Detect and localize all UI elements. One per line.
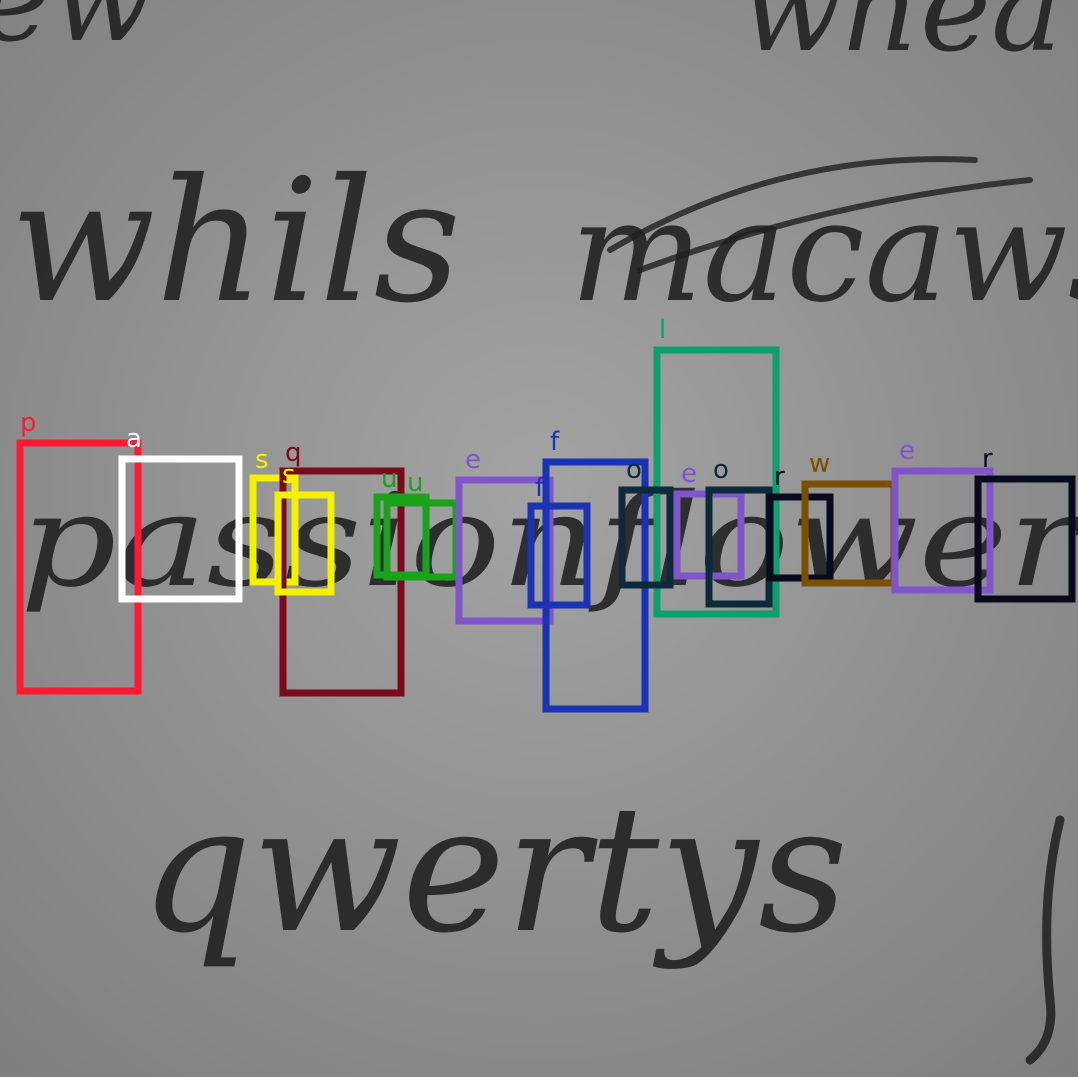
char-label-s: s	[255, 445, 269, 475]
word-qwertys: qwertys	[140, 769, 848, 972]
word-partial-top-right: whea	[740, 0, 1063, 79]
char-label-r: r	[982, 444, 993, 474]
char-label-e: e	[899, 436, 915, 466]
char-label-l: l	[659, 315, 666, 345]
char-label-r: r	[774, 462, 785, 492]
char-label-w: w	[809, 449, 830, 479]
char-label-u: u	[381, 464, 397, 494]
char-label-f: f	[550, 427, 560, 457]
char-label-f: f	[535, 473, 545, 503]
char-label-a: a	[126, 424, 142, 454]
char-label-p: p	[20, 408, 37, 438]
char-label-s: s	[282, 460, 296, 490]
word-partial-top-left: ew	[0, 0, 154, 69]
char-label-o: o	[626, 455, 642, 485]
photo-scene: ew whea whils macaws passionflower qwert…	[0, 0, 1078, 1077]
char-label-e: e	[465, 445, 481, 475]
char-label-u: u	[407, 468, 423, 498]
word-macaws: macaws	[570, 171, 1078, 334]
char-label-o: o	[713, 455, 729, 485]
char-label-e: e	[681, 459, 697, 489]
word-whils: whils	[10, 143, 461, 341]
